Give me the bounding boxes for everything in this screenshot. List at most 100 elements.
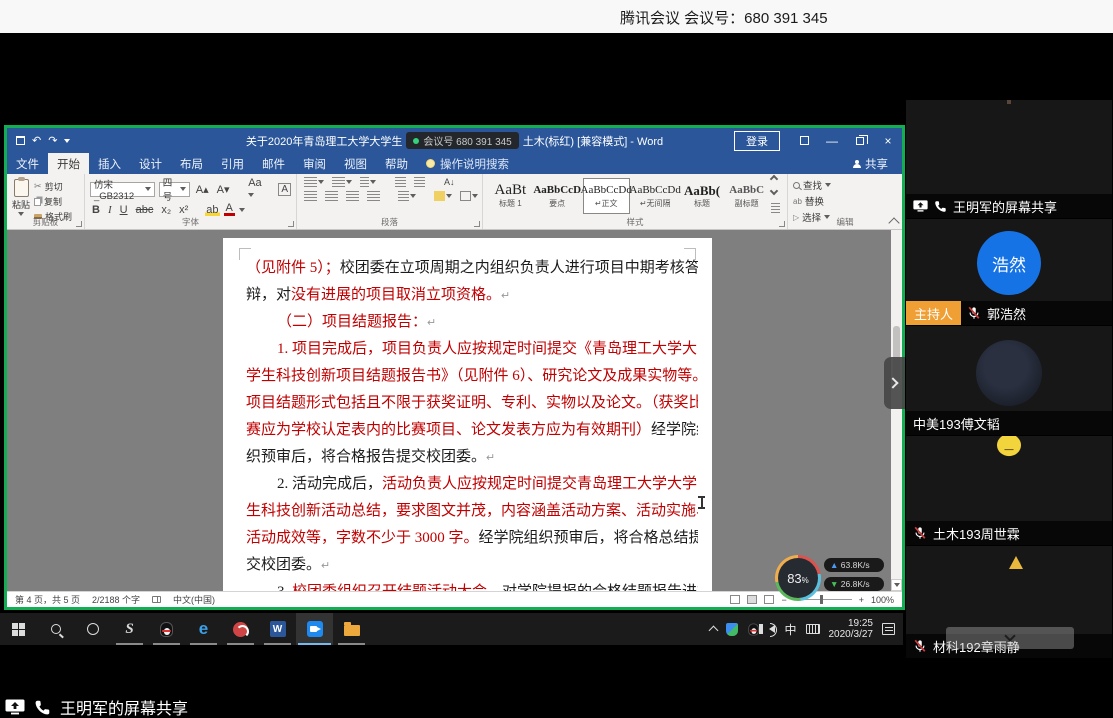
- clipboard-dialog-launcher[interactable]: [76, 221, 82, 227]
- superscript-button[interactable]: x²: [177, 204, 190, 216]
- style-nospacing[interactable]: AaBbCcDd↵无间隔: [632, 178, 679, 214]
- shading-button[interactable]: [432, 191, 454, 201]
- tab-references[interactable]: 引用: [212, 153, 253, 174]
- style-title[interactable]: AaBb(标题: [681, 178, 724, 214]
- login-button[interactable]: 登录: [734, 131, 780, 151]
- print-layout-button[interactable]: [747, 595, 757, 604]
- grow-font-button[interactable]: A▴: [194, 183, 211, 196]
- tell-me-search[interactable]: 操作说明搜索: [417, 153, 518, 174]
- highlight-button[interactable]: ab: [205, 204, 219, 216]
- participant-tile-3[interactable]: 中美193傅文韬: [906, 326, 1112, 435]
- styles-up-icon[interactable]: [770, 175, 778, 183]
- taskbar-sogou[interactable]: S: [111, 613, 148, 645]
- taskbar-explorer[interactable]: [333, 613, 370, 645]
- justify-button[interactable]: [365, 191, 382, 201]
- redo-icon[interactable]: ↷: [48, 134, 57, 147]
- bullets-button[interactable]: [302, 177, 326, 187]
- font-name-select[interactable]: 仿宋_GB2312: [90, 182, 155, 197]
- styles-down-icon[interactable]: [770, 186, 778, 194]
- style-heading1[interactable]: AaBt标题 1: [489, 178, 532, 214]
- decrease-indent-button[interactable]: [393, 177, 408, 187]
- taskbar-edge[interactable]: e: [185, 613, 222, 645]
- taskbar-word[interactable]: W: [259, 613, 296, 645]
- participant-tile-4[interactable]: 土木193周世霖: [906, 436, 1112, 545]
- taskbar-clock[interactable]: 19:25 2020/3/27: [829, 618, 874, 640]
- tab-review[interactable]: 审阅: [294, 153, 335, 174]
- font-dialog-launcher[interactable]: [288, 221, 294, 227]
- multilevel-list-button[interactable]: [358, 177, 378, 187]
- close-button[interactable]: ×: [874, 128, 902, 153]
- tab-mailings[interactable]: 邮件: [253, 153, 294, 174]
- ime-indicator[interactable]: 中: [784, 621, 796, 638]
- taskbar-qq[interactable]: [148, 613, 185, 645]
- document-area[interactable]: （见附件 5）；校团委在立项周期之内组织负责人进行项目中期考核答辩，对没有进展的…: [7, 230, 902, 591]
- scroll-down-button[interactable]: [891, 579, 902, 591]
- strikethrough-button[interactable]: abc: [134, 204, 156, 216]
- document-page[interactable]: （见附件 5）；校团委在立项周期之内组织负责人进行项目中期考核答辩，对没有进展的…: [223, 238, 712, 591]
- keyboard-icon[interactable]: [806, 624, 820, 634]
- underline-button[interactable]: U: [118, 204, 130, 216]
- vertical-scrollbar[interactable]: [891, 230, 902, 591]
- volume-icon[interactable]: [769, 625, 775, 633]
- align-center-button[interactable]: [323, 191, 340, 201]
- style-normal[interactable]: AaBbCcDd↵正文: [583, 178, 630, 214]
- security-tray-icon[interactable]: [726, 623, 738, 636]
- language-indicator[interactable]: 中文(中国): [173, 593, 215, 606]
- align-left-button[interactable]: [302, 191, 319, 201]
- minimize-button[interactable]: —: [818, 128, 846, 153]
- ribbon-options-button[interactable]: [790, 128, 818, 153]
- shrink-font-button[interactable]: A▾: [215, 183, 232, 196]
- page-indicator[interactable]: 第 4 页，共 5 页: [15, 593, 80, 606]
- undo-icon[interactable]: ↶: [32, 134, 41, 147]
- proofing-icon[interactable]: [152, 596, 161, 603]
- cut-button[interactable]: ✂剪切: [34, 180, 72, 193]
- paste-button[interactable]: 粘贴: [12, 177, 30, 216]
- usage-circle[interactable]: 83%: [775, 555, 821, 601]
- tab-insert[interactable]: 插入: [89, 153, 130, 174]
- restore-button[interactable]: [846, 128, 874, 153]
- tab-layout[interactable]: 布局: [171, 153, 212, 174]
- tab-view[interactable]: 视图: [335, 153, 376, 174]
- line-spacing-button[interactable]: [396, 191, 418, 201]
- cortana-button[interactable]: [74, 613, 111, 645]
- numbering-button[interactable]: [330, 177, 354, 187]
- taskbar-red-app[interactable]: [222, 613, 259, 645]
- document-text[interactable]: （见附件 5）；校团委在立项周期之内组织负责人进行项目中期考核答辩，对没有进展的…: [246, 255, 698, 591]
- increase-indent-button[interactable]: [412, 177, 427, 187]
- tab-home[interactable]: 开始: [48, 153, 89, 174]
- zoom-in-button[interactable]: +: [859, 595, 864, 605]
- save-icon[interactable]: [16, 136, 25, 145]
- tab-file[interactable]: 文件: [7, 153, 48, 174]
- paragraph-dialog-launcher[interactable]: [474, 221, 480, 227]
- style-keypoint[interactable]: AaBbCcD要点: [534, 178, 581, 214]
- share-button[interactable]: 共享: [839, 153, 902, 174]
- find-button[interactable]: 查找: [793, 178, 897, 192]
- taskbar-search-button[interactable]: [37, 613, 74, 645]
- qat-customize-icon[interactable]: [64, 139, 70, 143]
- tab-design[interactable]: 设计: [130, 153, 171, 174]
- styles-dialog-launcher[interactable]: [779, 221, 785, 227]
- sidebar-toggle-handle[interactable]: [884, 357, 905, 409]
- read-mode-button[interactable]: [730, 595, 740, 604]
- word-count[interactable]: 2/2188 个字: [92, 593, 140, 606]
- tab-help[interactable]: 帮助: [376, 153, 417, 174]
- tray-expand-icon[interactable]: [709, 626, 719, 636]
- action-center-icon[interactable]: [882, 623, 895, 635]
- italic-button[interactable]: I: [106, 204, 114, 216]
- subscript-button[interactable]: x₂: [159, 204, 173, 216]
- style-subtitle[interactable]: AaBbC副标题: [725, 178, 768, 214]
- collapse-video-list-button[interactable]: [946, 627, 1074, 649]
- bold-button[interactable]: B: [90, 204, 102, 216]
- replace-button[interactable]: ab替换: [793, 194, 897, 208]
- font-color-dropdown-icon[interactable]: [239, 208, 245, 212]
- sort-button[interactable]: A↓: [442, 177, 457, 187]
- borders-button[interactable]: [458, 191, 480, 201]
- font-color-button[interactable]: A: [224, 204, 235, 216]
- start-button[interactable]: [0, 613, 37, 645]
- web-layout-button[interactable]: [764, 595, 774, 604]
- taskbar-tencent-meeting[interactable]: [296, 613, 333, 645]
- align-right-button[interactable]: [344, 191, 361, 201]
- styles-more-icon[interactable]: [771, 203, 780, 213]
- change-case-button[interactable]: Aa: [246, 177, 263, 201]
- char-border-button[interactable]: A: [278, 183, 291, 196]
